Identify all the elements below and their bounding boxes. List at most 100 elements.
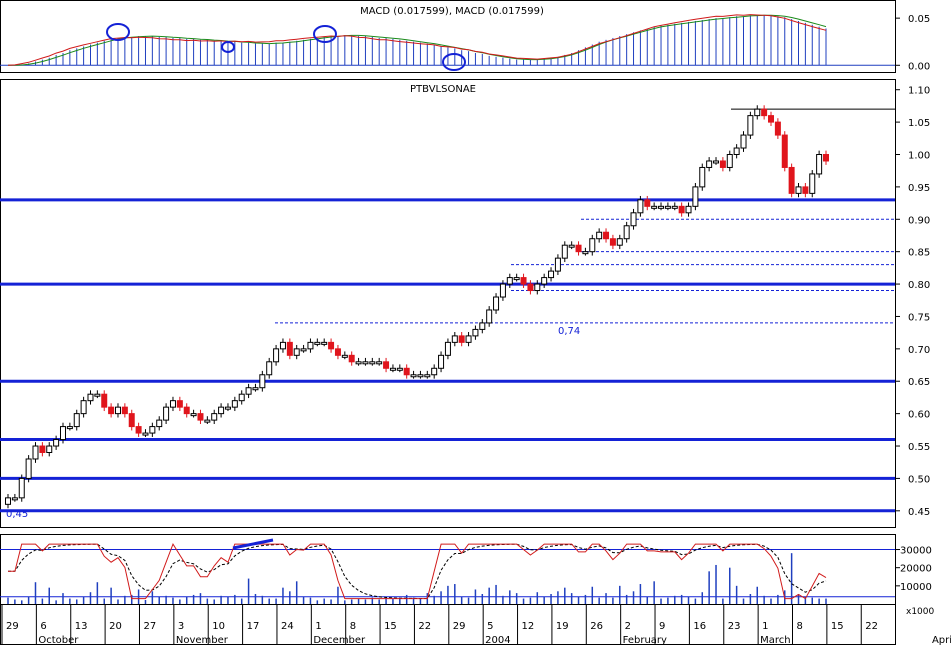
candle-body [520,277,527,285]
price-ytick-label: 1.05 [908,118,930,129]
date-tick-label: 12 [522,621,535,632]
candle-body [451,335,458,343]
candle-body [383,361,390,369]
candle-body [692,186,699,207]
candle-body [589,238,596,253]
candle-body [603,231,610,240]
candle-body [59,426,66,441]
candle-body [314,341,321,345]
date-tick-label: 9 [659,621,665,632]
candle-body [678,205,685,214]
month-label: March [760,635,790,646]
candle-body [218,406,225,415]
candle-body [816,154,823,175]
candle-body [465,335,472,343]
date-tick-label: 1 [762,621,768,632]
candle-body [486,309,493,324]
price-ytick-label: 0.75 [908,312,930,323]
macd-line [7,14,827,66]
price-ytick-label: 0.55 [908,442,930,453]
candle-body [53,439,60,447]
date-tick-label: 3 [178,621,184,632]
macd-ytick-label: 0.00 [908,61,930,72]
candle-body [334,348,341,356]
macd-signal-line [8,14,827,66]
date-tick-label: 29 [453,621,466,632]
candle-body [733,147,740,156]
candle-body [671,205,678,209]
candle-body [369,361,376,365]
candle-body [321,341,328,345]
oscillator-signal-line [8,543,827,599]
date-tick-label: 10 [212,621,225,632]
oscillator-ytick-label: 20000 [900,564,932,575]
candle-body [651,205,658,209]
candle-body [637,199,644,214]
candle-body [472,328,479,337]
candle-body [823,154,829,162]
candle-body [108,406,115,415]
candle-body [506,277,513,285]
date-tick-label: 5 [487,621,493,632]
price-ytick-label: 0.95 [908,183,930,194]
date-tick-label: 17 [247,621,260,632]
candle-body [80,400,87,415]
candle-body [142,432,149,436]
candle-body [438,354,445,369]
turning-point-marker [313,25,337,43]
candle-body [706,160,713,168]
candle-body [788,166,795,194]
candle-body [211,413,218,421]
candle-body [5,497,11,505]
date-tick-label: 22 [865,621,878,632]
price-title: PTBVLSONAE [410,84,476,95]
candle-body [190,413,197,417]
candle-body [623,225,630,240]
candle-body [493,296,500,311]
candle-body [169,400,176,408]
candle-body [575,244,582,253]
candle-body [121,406,128,415]
candle-body [238,393,245,402]
candle-body [25,458,32,479]
price-ytick-label: 0.80 [908,280,930,291]
candle-body [128,413,135,428]
price-ytick-label: 0.85 [908,248,930,259]
candle-body [548,270,555,279]
macd-title: MACD (0.017599), MACD (0.017599) [360,6,544,17]
candle-body [183,406,190,415]
candle-body [809,173,816,194]
price-ytick-label: 0.70 [908,345,930,356]
month-label: December [313,635,366,646]
candle-body [713,160,720,164]
candle-body [644,199,651,207]
month-label: 2004 [485,635,510,646]
candle-body [300,348,307,352]
candle-body [273,348,280,363]
candle-body [252,387,259,391]
date-tick-label: 15 [384,621,397,632]
candle-body [355,361,362,365]
oscillator-ytick-label: 30000 [900,546,932,557]
candle-body [534,283,541,292]
candle-body [403,367,410,376]
candle-body [726,154,733,168]
candle-body [754,108,761,117]
oscillator-line [8,542,827,600]
month-label: Apri [932,635,951,646]
candle-body [781,134,788,168]
candle-body [101,393,108,408]
candle-body [149,426,156,434]
candle-body [293,348,300,356]
candle-body [87,393,94,402]
candle-body [774,121,781,136]
price-ytick-label: 0.65 [908,377,930,388]
date-tick-label: 13 [75,621,88,632]
candle-body [197,413,204,421]
candle-body [417,374,424,378]
candle-body [259,374,266,389]
candle-body [266,361,273,376]
candle-body [46,445,53,453]
candle-body [664,205,671,209]
annotation-breakout: 0,74 [558,326,580,337]
